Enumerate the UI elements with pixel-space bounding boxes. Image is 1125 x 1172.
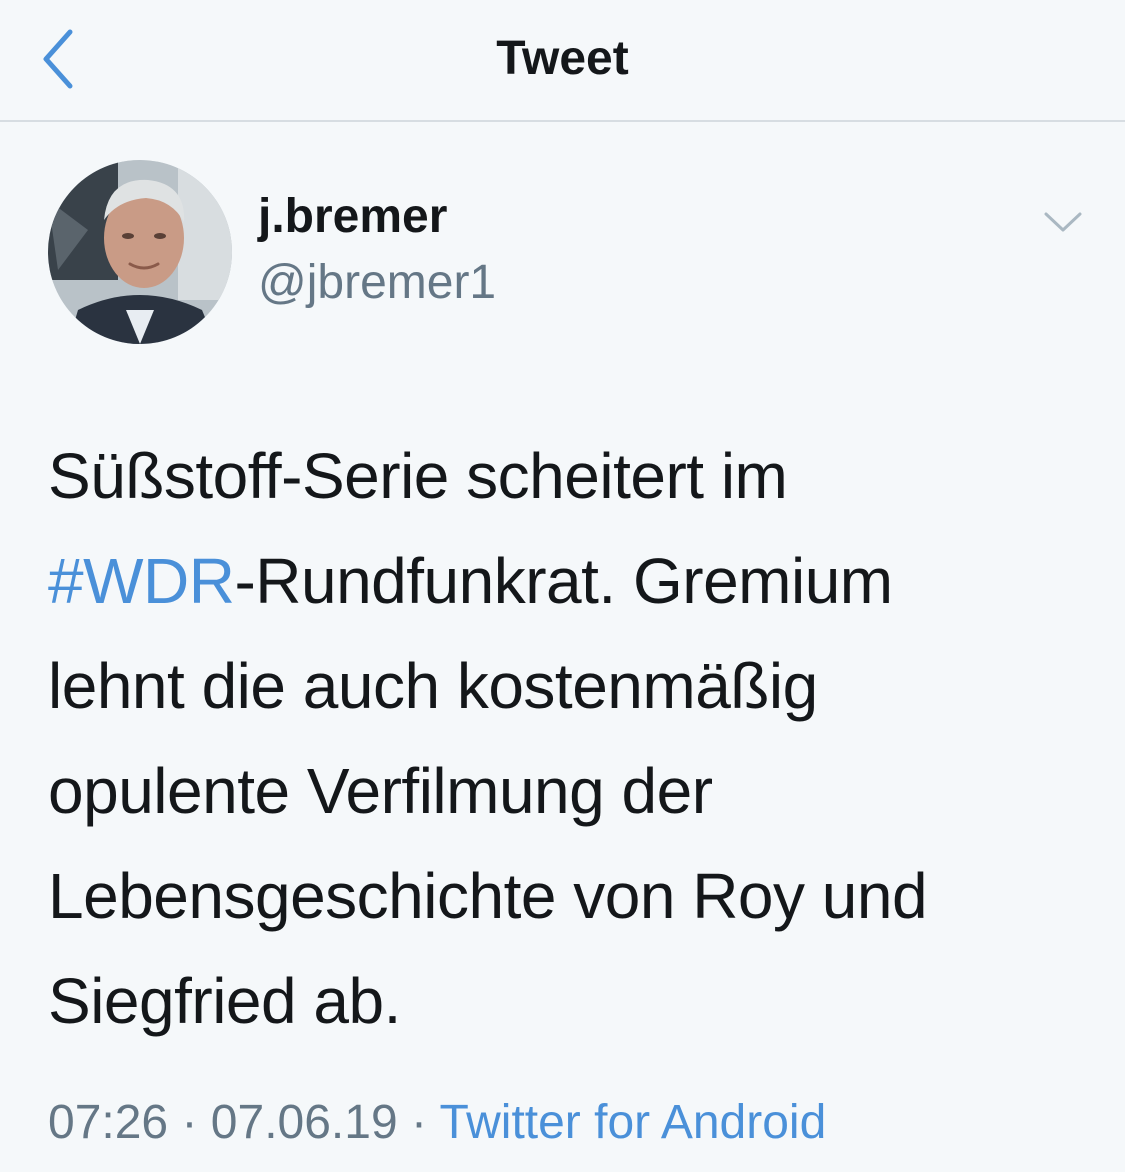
- avatar[interactable]: [48, 160, 232, 344]
- tweet-text: Süßstoff-Serie scheitert im #WDR-Rundfun…: [48, 424, 1088, 1054]
- tweet-text-line: #WDR-Rundfunkrat. Gremium: [48, 545, 893, 617]
- tweet-date: 07.06.19: [210, 1096, 398, 1149]
- author-display-name[interactable]: j.bremer: [258, 188, 447, 246]
- tweet-text-line: opulente Verfilmung der: [48, 755, 713, 827]
- meta-separator: ·: [181, 1096, 198, 1149]
- tweet-meta: 07:26 · 07.06.19 · Twitter for Android: [48, 1092, 826, 1154]
- author-handle[interactable]: @jbremer1: [258, 254, 496, 312]
- chevron-down-icon: [1044, 212, 1082, 232]
- tweet-menu-button[interactable]: [1040, 204, 1086, 238]
- nav-header: Tweet: [0, 0, 1125, 122]
- hashtag-link[interactable]: #WDR: [48, 545, 235, 617]
- tweet-text-line: lehnt die auch kostenmäßig: [48, 650, 818, 722]
- tweet-text-line: Lebensgeschichte von Roy und: [48, 860, 928, 932]
- avatar-photo: [48, 160, 232, 344]
- meta-separator: ·: [410, 1096, 427, 1149]
- tweet-text-line: Siegfried ab.: [48, 965, 401, 1037]
- tweet-text-line: Süßstoff-Serie scheitert im: [48, 440, 788, 512]
- tweet-detail-screen: Tweet j.bremer @jbremer1 Süßstoff-Serie …: [0, 0, 1125, 1172]
- tweet-source-link[interactable]: Twitter for Android: [439, 1096, 826, 1149]
- page-title: Tweet: [496, 32, 629, 85]
- tweet-time: 07:26: [48, 1096, 169, 1149]
